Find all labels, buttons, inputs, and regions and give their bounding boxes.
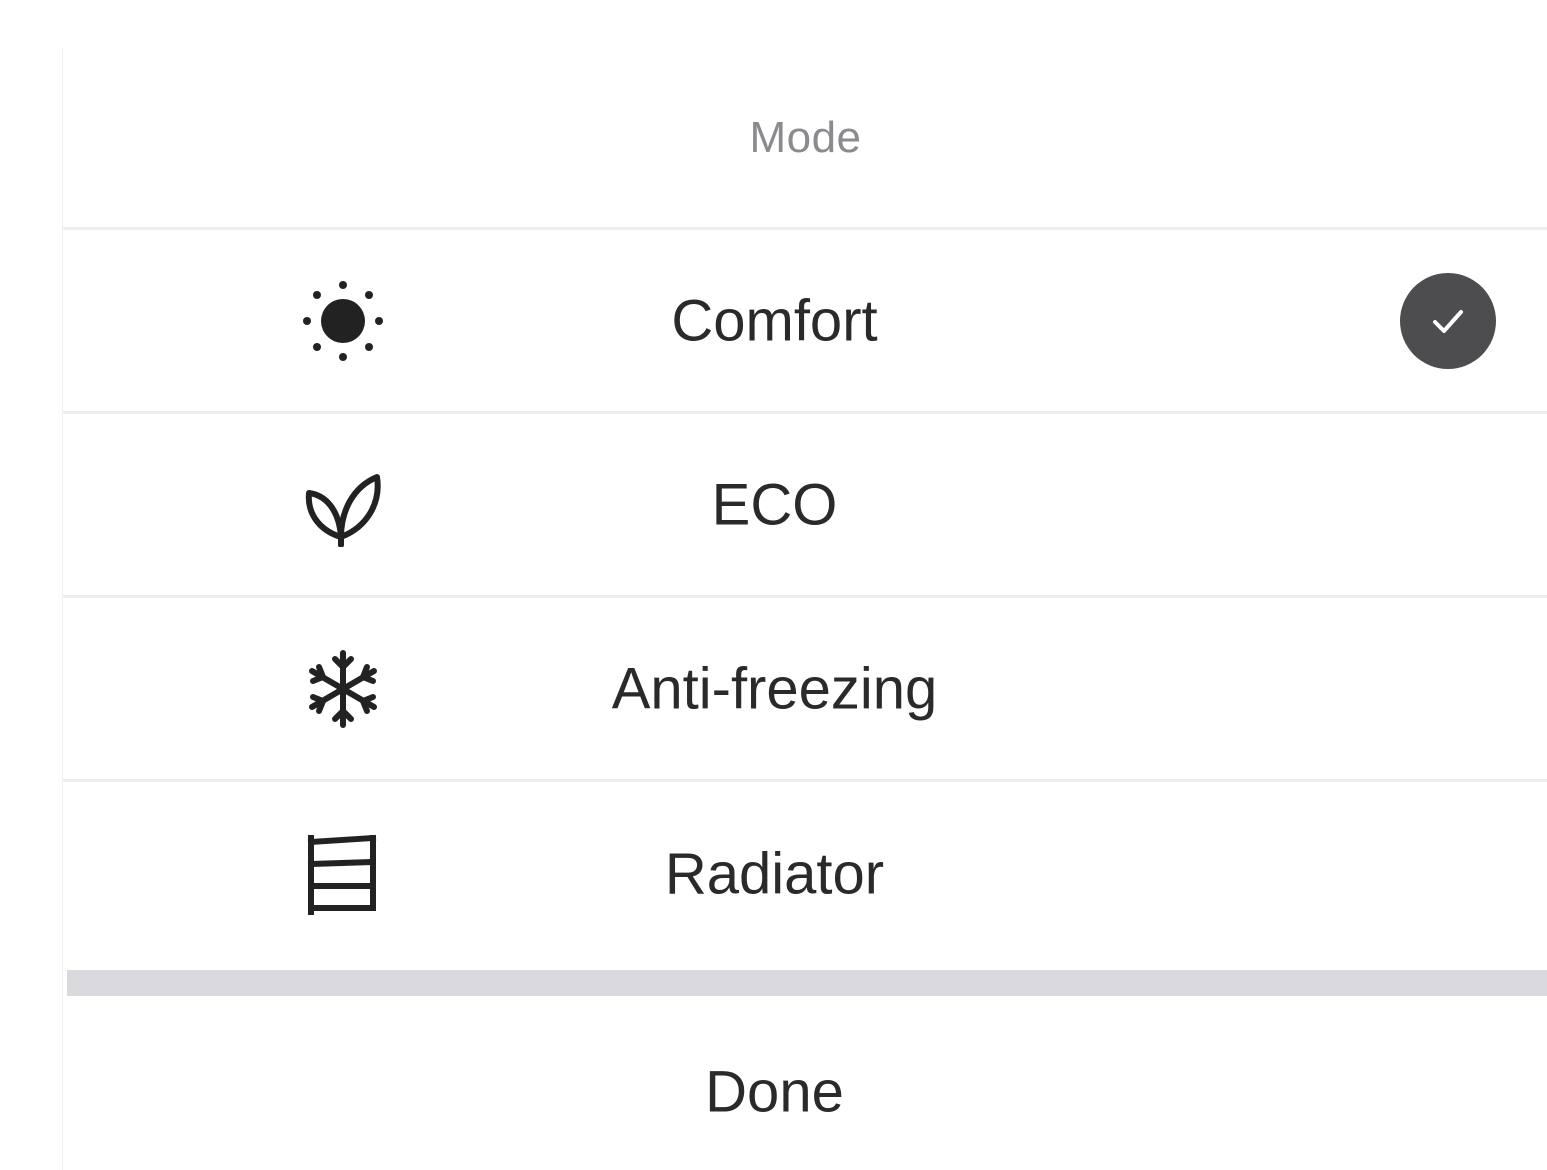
mode-label: Radiator bbox=[664, 841, 885, 907]
done-button[interactable]: Done bbox=[63, 1014, 1547, 1170]
mode-option-radiator[interactable]: Radiator bbox=[63, 782, 1547, 966]
mode-option-eco[interactable]: ECO bbox=[63, 414, 1547, 598]
picker-title: Mode bbox=[749, 112, 862, 162]
mode-label: Comfort bbox=[671, 288, 878, 353]
picker-header: Mode bbox=[63, 48, 1547, 230]
selected-check-icon bbox=[1400, 272, 1496, 369]
mode-option-comfort[interactable]: Comfort bbox=[63, 230, 1547, 414]
mode-label: ECO bbox=[711, 472, 838, 537]
section-separator bbox=[67, 970, 1547, 996]
mode-label: Anti-freezing bbox=[611, 656, 938, 721]
done-label: Done bbox=[705, 1059, 844, 1125]
mode-picker-sheet: Mode Comfort ECO Anti-freezing Radiator … bbox=[62, 48, 1547, 1170]
mode-option-anti-freezing[interactable]: Anti-freezing bbox=[63, 598, 1547, 782]
